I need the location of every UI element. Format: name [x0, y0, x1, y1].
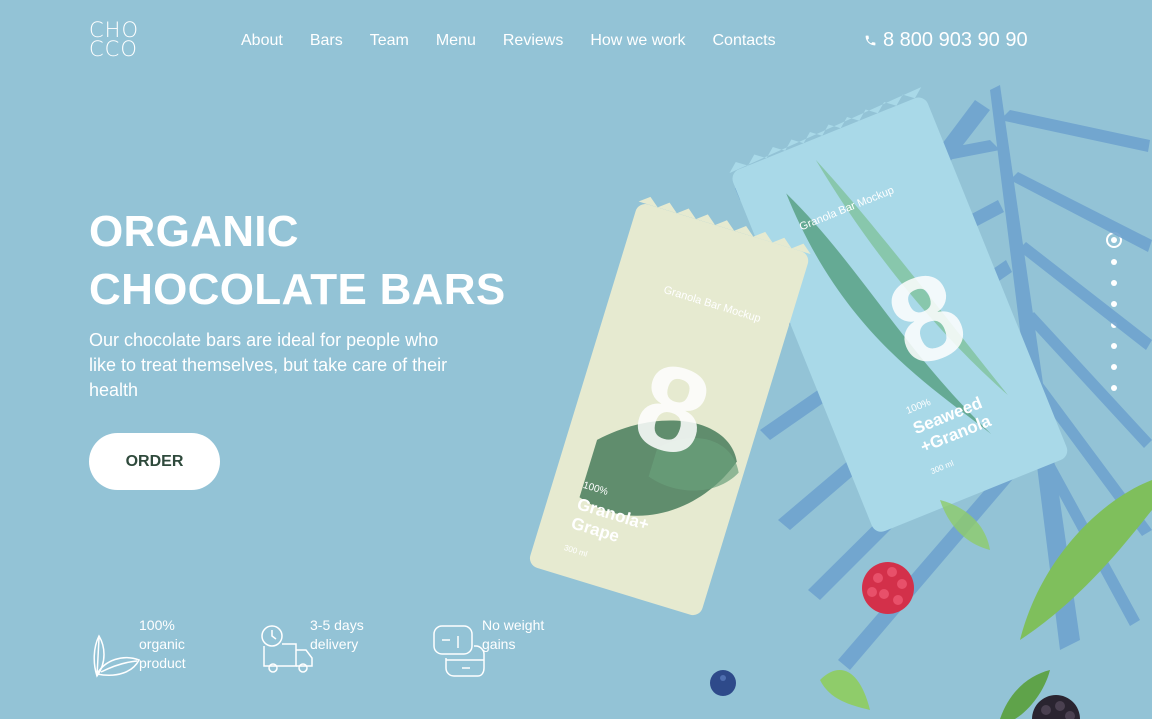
nav-bars[interactable]: Bars — [310, 31, 343, 51]
hero-title: ORGANIC CHOCOLATE BARS — [89, 203, 529, 319]
scale-icon — [433, 625, 485, 677]
hero-product-image: Granola Bar Mockup 8 100% Seaweed +Grano… — [529, 85, 1152, 719]
phone-number: 8 800 903 90 90 — [883, 29, 1028, 51]
raspberry-illustration — [862, 562, 914, 614]
feature-delivery: 3-5 days delivery — [260, 616, 370, 678]
nav-menu[interactable]: Menu — [436, 31, 476, 51]
nav-reviews[interactable]: Reviews — [503, 31, 563, 51]
logo[interactable]: CHO CCO — [89, 20, 143, 61]
nav-contacts[interactable]: Contacts — [712, 31, 775, 51]
order-button[interactable]: ORDER — [89, 433, 220, 490]
hero-description: Our chocolate bars are ideal for people … — [89, 330, 448, 400]
hero-title-line-2: CHOCOLATE BARS — [89, 265, 506, 314]
product-bar-grape: Granola Bar Mockup 8 100% Granola+ Grape… — [529, 196, 811, 616]
blueberry-illustration — [710, 670, 736, 696]
main-nav: About Bars Team Menu Reviews How we work… — [241, 31, 803, 51]
green-leaf-bottom — [820, 670, 870, 710]
feature-delivery-text: 3-5 days delivery — [310, 617, 364, 652]
delivery-truck-icon — [261, 625, 313, 673]
phone-icon — [865, 35, 876, 46]
feature-organic-text: 100% organic product — [139, 617, 186, 671]
hero-title-line-1: ORGANIC — [89, 207, 299, 256]
feature-organic: 100% organic product — [89, 616, 199, 678]
blackberry-illustration — [1032, 695, 1080, 719]
nav-about[interactable]: About — [241, 31, 283, 51]
logo-line-2: CCO — [89, 37, 138, 61]
phone-link[interactable]: 8 800 903 90 90 — [864, 29, 1028, 52]
nav-team[interactable]: Team — [370, 31, 409, 51]
nav-how-we-work[interactable]: How we work — [590, 31, 685, 51]
leaf-icon — [93, 634, 141, 678]
